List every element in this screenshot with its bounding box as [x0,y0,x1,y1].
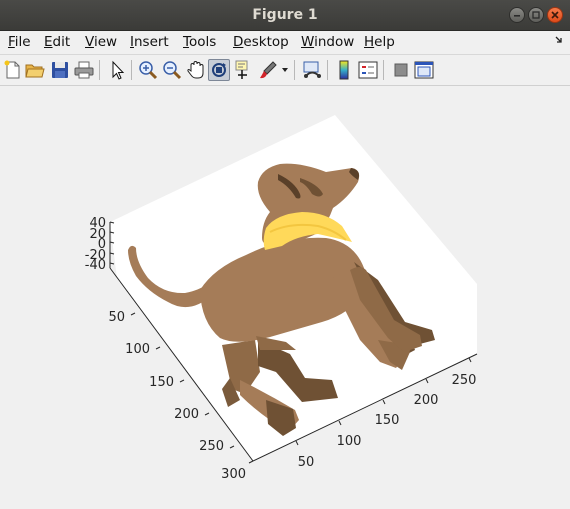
y-tick-label: 150 [149,375,174,390]
maximize-button[interactable] [528,7,544,23]
y-tick-label: 100 [125,342,150,357]
data-cursor-icon [235,60,248,79]
show-plot-tools-button[interactable] [413,59,435,81]
toolbar-separator [131,60,132,80]
folder-icon [25,64,45,78]
x-tick-label: 200 [414,393,439,408]
menu-view[interactable]: View [85,34,117,50]
new-figure-button[interactable] [2,59,24,81]
menu-tools[interactable]: Tools [183,34,216,50]
zoom-in-icon [139,61,158,80]
zoom-out-button[interactable] [161,59,183,81]
plot-axes-svg[interactable]: 40 20 0 -20 -40 50 100 150 200 250 300 5… [0,86,570,505]
legend-icon [358,61,378,79]
figure-toolbar [0,54,570,86]
title-bar[interactable]: Figure 1 [0,0,570,31]
close-icon [551,11,559,19]
y-tick-label: 50 [108,310,125,325]
rotate-3d-button[interactable] [208,59,230,81]
menu-window[interactable]: Window [301,34,354,50]
toolbar-separator [383,60,384,80]
window-title: Figure 1 [252,7,318,23]
minimize-icon [514,15,520,17]
dock-arrow-icon[interactable] [554,35,564,45]
print-figure-button[interactable] [73,59,95,81]
pan-button[interactable] [185,59,207,81]
y-tick-label: 200 [174,407,199,422]
menu-insert[interactable]: Insert [130,34,169,50]
brush-button[interactable] [257,59,279,81]
minimize-button[interactable] [509,7,525,23]
colorbar-icon [339,60,349,80]
save-figure-button[interactable] [49,59,71,81]
menu-edit[interactable]: Edit [44,34,70,50]
zoom-out-icon [163,61,182,80]
floppy-disk-icon [52,62,68,78]
zoom-in-button[interactable] [137,59,159,81]
printer-icon [74,61,94,79]
link-plot-icon [303,61,321,78]
insert-colorbar-button[interactable] [333,59,355,81]
figure-window: Figure 1 File Edit View Insert Tools Des… [0,0,570,505]
hide-plot-tools-icon [394,63,408,77]
brush-icon [260,61,277,79]
maximize-icon [532,11,540,19]
hand-pan-icon [187,60,204,79]
x-tick-label: 250 [452,373,477,388]
x-tick-label: 150 [375,413,400,428]
rotate-3d-icon [212,63,226,77]
x-tick-label: 100 [337,434,362,449]
y-tick-label: 300 [221,467,246,482]
insert-legend-button[interactable] [357,59,379,81]
open-file-button[interactable] [24,59,46,81]
menu-bar: File Edit View Insert Tools Desktop Wind… [0,31,570,53]
brush-dropdown-icon[interactable] [281,67,289,73]
edit-plot-button[interactable] [106,59,128,81]
z-axis-ticks: 40 20 0 -20 -40 [85,216,106,273]
menu-help[interactable]: Help [364,34,395,50]
hide-plot-tools-button[interactable] [390,59,412,81]
z-tick-label: -40 [85,258,106,273]
show-plot-tools-icon [414,61,434,79]
link-plot-button[interactable] [301,59,323,81]
data-cursor-button[interactable] [233,59,255,81]
y-tick-label: 250 [199,439,224,454]
figure-canvas[interactable]: 40 20 0 -20 -40 50 100 150 200 250 300 5… [0,86,570,505]
toolbar-separator [99,60,100,80]
toolbar-separator [294,60,295,80]
menu-file[interactable]: File [8,34,31,50]
menu-desktop[interactable]: Desktop [233,34,289,50]
new-file-icon [4,60,20,79]
x-tick-label: 50 [298,455,315,470]
cursor-arrow-icon [112,60,125,80]
toolbar-separator [327,60,328,80]
close-button[interactable] [547,7,563,23]
